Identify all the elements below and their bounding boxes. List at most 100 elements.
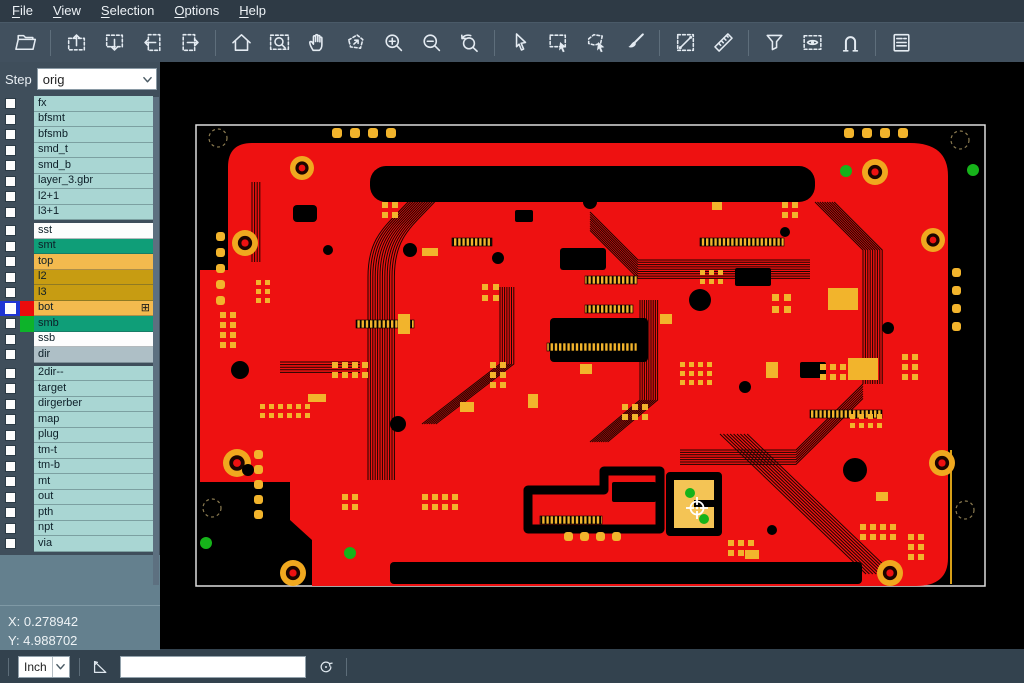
layer-row-map[interactable]: map	[0, 412, 160, 428]
select-rect-button[interactable]	[540, 27, 576, 59]
layer-checkbox-sst[interactable]	[0, 223, 20, 239]
shift-right-button[interactable]	[172, 27, 208, 59]
layer-checkbox-tm-b[interactable]	[0, 459, 20, 475]
layer-checkbox-pth[interactable]	[0, 505, 20, 521]
zoom-home-button[interactable]	[223, 27, 259, 59]
layer-row-out[interactable]: out	[0, 490, 160, 506]
layer-checkbox-tm-t[interactable]	[0, 443, 20, 459]
layer-label: smd_b	[34, 158, 153, 174]
layer-row-tm-b[interactable]: tm-b	[0, 459, 160, 475]
layer-checkbox-l2+1[interactable]	[0, 189, 20, 205]
layer-row-l3+1[interactable]: l3+1	[0, 205, 160, 221]
filter-button[interactable]	[756, 27, 792, 59]
pan-hand-button[interactable]	[299, 27, 335, 59]
layer-checkbox-dir[interactable]	[0, 347, 20, 363]
layer-row-smt[interactable]: smt	[0, 239, 160, 255]
layer-row-l3[interactable]: l3	[0, 285, 160, 301]
layer-row-bfsmt[interactable]: bfsmt	[0, 112, 160, 128]
layer-checkbox-dirgerber[interactable]	[0, 397, 20, 413]
layer-row-ssb[interactable]: ssb	[0, 332, 160, 348]
layer-row-l2+1[interactable]: l2+1	[0, 189, 160, 205]
layer-checkbox-bfsmb[interactable]	[0, 127, 20, 143]
snap-button[interactable]	[832, 27, 868, 59]
layer-row-via[interactable]: via	[0, 536, 160, 552]
zoom-window-button[interactable]	[261, 27, 297, 59]
layer-row-pth[interactable]: pth	[0, 505, 160, 521]
corner-measure-button[interactable]	[89, 656, 111, 678]
layer-checkbox-bfsmt[interactable]	[0, 112, 20, 128]
report-button[interactable]	[883, 27, 919, 59]
unit-select[interactable]: Inch	[18, 656, 70, 678]
layer-checkbox-l3+1[interactable]	[0, 205, 20, 221]
layer-row-tm-t[interactable]: tm-t	[0, 443, 160, 459]
layer-checkbox-smt[interactable]	[0, 239, 20, 255]
layer-row-sst[interactable]: sst	[0, 223, 160, 239]
layer-row-smd_b[interactable]: smd_b	[0, 158, 160, 174]
layer-row-bfsmb[interactable]: bfsmb	[0, 127, 160, 143]
layer-checkbox-plug[interactable]	[0, 428, 20, 444]
layer-checkbox-map[interactable]	[0, 412, 20, 428]
select-polygon-button[interactable]	[578, 27, 614, 59]
menu-view[interactable]: View	[43, 0, 91, 22]
layer-checkbox-mt[interactable]	[0, 474, 20, 490]
measure-input[interactable]	[120, 656, 306, 678]
layer-checkbox-smd_t[interactable]	[0, 143, 20, 159]
checkbox-box	[5, 430, 16, 441]
shift-left-button[interactable]	[134, 27, 170, 59]
layer-row-dirgerber[interactable]: dirgerber	[0, 397, 160, 413]
layer-checkbox-smd_b[interactable]	[0, 158, 20, 174]
menu-options[interactable]: Options	[164, 0, 229, 22]
layer-checkbox-out[interactable]	[0, 490, 20, 506]
layer-row-plug[interactable]: plug	[0, 428, 160, 444]
layer-row-layer_3.gbr[interactable]: layer_3.gbr	[0, 174, 160, 190]
ruler-button[interactable]	[705, 27, 741, 59]
menu-help[interactable]: Help	[229, 0, 276, 22]
menu-file[interactable]: File	[2, 0, 43, 22]
layer-row-dir[interactable]: dir	[0, 347, 160, 363]
layer-checkbox-layer_3.gbr[interactable]	[0, 174, 20, 190]
layer-row-fx[interactable]: fx	[0, 96, 160, 112]
layer-checkbox-l2[interactable]	[0, 270, 20, 286]
layer-row-smd_t[interactable]: smd_t	[0, 143, 160, 159]
layer-checkbox-l3[interactable]	[0, 285, 20, 301]
layer-row-l2[interactable]: l2	[0, 270, 160, 286]
layer-checkbox-npt[interactable]	[0, 521, 20, 537]
layer-swatch-empty	[20, 505, 34, 521]
layer-row-2dir--[interactable]: 2dir--	[0, 366, 160, 382]
checkbox-box	[5, 191, 16, 202]
layer-list-scrollbar[interactable]	[153, 97, 159, 585]
layer-row-smb[interactable]: smb	[0, 316, 160, 332]
layer-checkbox-top[interactable]	[0, 254, 20, 270]
pcb-canvas[interactable]	[160, 62, 1024, 649]
layer-checkbox-2dir--[interactable]	[0, 366, 20, 382]
layer-checkbox-smb[interactable]	[0, 316, 20, 332]
zoom-previous-button[interactable]	[451, 27, 487, 59]
layer-swatch-empty	[20, 158, 34, 174]
step-select[interactable]: orig	[37, 68, 157, 90]
layer-label: map	[34, 412, 153, 428]
refresh-button[interactable]	[315, 656, 337, 678]
view-options-button[interactable]	[794, 27, 830, 59]
layer-checkbox-via[interactable]	[0, 536, 20, 552]
layer-checkbox-target[interactable]	[0, 381, 20, 397]
shift-up-button[interactable]	[58, 27, 94, 59]
layer-row-npt[interactable]: npt	[0, 521, 160, 537]
zoom-in-button[interactable]	[375, 27, 411, 59]
select-pointer-button[interactable]	[502, 27, 538, 59]
layer-checkbox-ssb[interactable]	[0, 332, 20, 348]
layer-row-mt[interactable]: mt	[0, 474, 160, 490]
zoom-out-button[interactable]	[413, 27, 449, 59]
shift-down-button[interactable]	[96, 27, 132, 59]
measure-distance-button[interactable]	[667, 27, 703, 59]
paint-select-button[interactable]	[616, 27, 652, 59]
checkbox-box	[5, 538, 16, 549]
layer-row-target[interactable]: target	[0, 381, 160, 397]
layer-row-top[interactable]: top	[0, 254, 160, 270]
layer-checkbox-fx[interactable]	[0, 96, 20, 112]
layer-checkbox-bot[interactable]	[0, 301, 20, 317]
layer-row-bot[interactable]: bot⊞	[0, 301, 160, 317]
zoom-shape-button[interactable]	[337, 27, 373, 59]
open-file-button[interactable]	[7, 27, 43, 59]
checkbox-box	[5, 256, 16, 267]
menu-selection[interactable]: Selection	[91, 0, 164, 22]
